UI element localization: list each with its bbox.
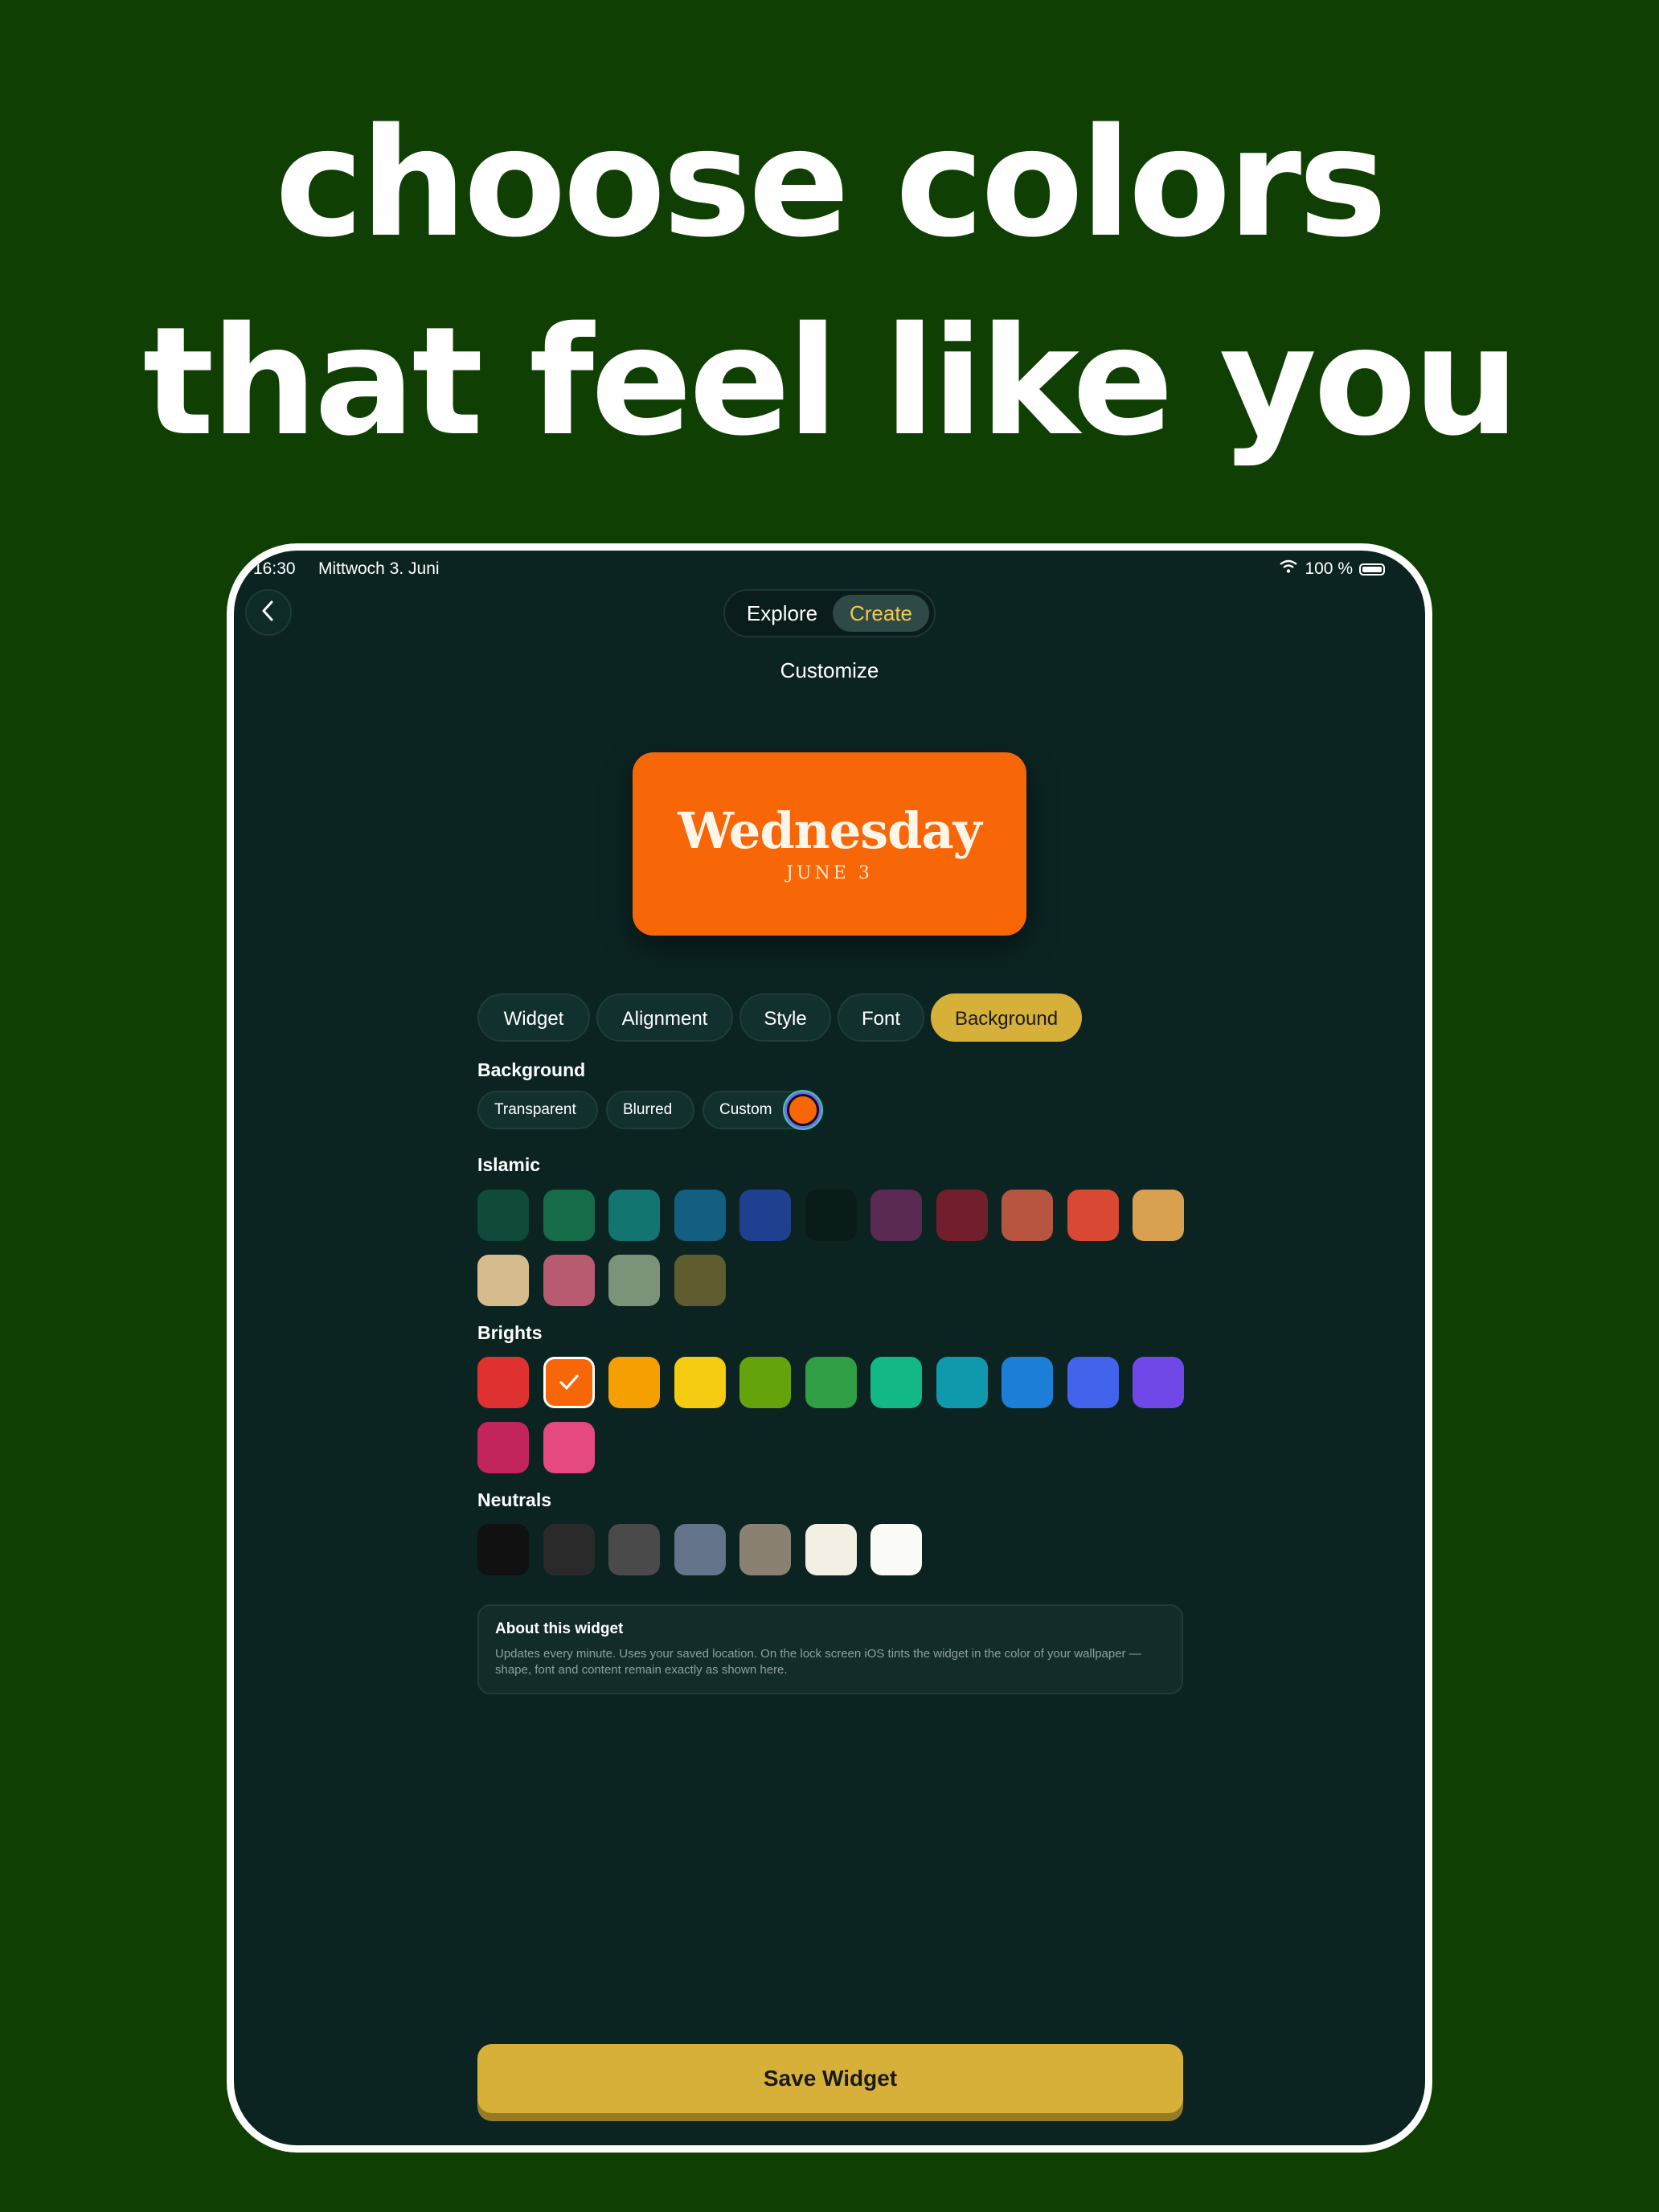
brights-color-swatch[interactable]: [608, 1357, 660, 1408]
chevron-left-icon: [260, 600, 277, 625]
brights-color-swatch[interactable]: [1133, 1357, 1184, 1408]
brights-color-swatch[interactable]: [805, 1357, 857, 1408]
islamic-palette-label: Islamic: [477, 1154, 540, 1175]
neutrals-color-swatch[interactable]: [608, 1524, 660, 1575]
islamic-color-swatch[interactable]: [870, 1190, 922, 1241]
brights-palette-label: Brights: [477, 1322, 543, 1343]
background-section-label: Background: [477, 1059, 586, 1080]
islamic-color-swatch[interactable]: [936, 1190, 988, 1241]
preview-day: Wednesday: [678, 801, 981, 860]
neutrals-color-swatch[interactable]: [805, 1524, 857, 1575]
headline-line-1: choose colors: [275, 96, 1387, 270]
tab-create[interactable]: Create: [833, 595, 929, 632]
save-widget-button[interactable]: Save Widget: [477, 2044, 1183, 2113]
brights-color-swatch[interactable]: [543, 1357, 595, 1408]
battery-icon: [1359, 563, 1385, 576]
background-blurred-option[interactable]: Blurred: [606, 1091, 694, 1129]
neutrals-color-swatch[interactable]: [674, 1524, 726, 1575]
islamic-color-swatch[interactable]: [1133, 1190, 1184, 1241]
islamic-color-swatch[interactable]: [1002, 1190, 1053, 1241]
islamic-color-swatch[interactable]: [477, 1255, 529, 1306]
brights-color-swatch[interactable]: [477, 1357, 529, 1408]
islamic-color-swatch[interactable]: [1067, 1190, 1119, 1241]
neutrals-color-swatch[interactable]: [477, 1524, 529, 1575]
about-card: About this widget Updates every minute. …: [477, 1604, 1183, 1694]
custom-option-label: Custom: [719, 1101, 772, 1118]
brights-color-swatch[interactable]: [1067, 1357, 1119, 1408]
islamic-color-swatch[interactable]: [674, 1190, 726, 1241]
neutrals-color-swatch[interactable]: [870, 1524, 922, 1575]
tab-background[interactable]: Background: [931, 993, 1082, 1042]
brights-color-swatch[interactable]: [870, 1357, 922, 1408]
neutrals-color-swatch[interactable]: [543, 1524, 595, 1575]
wifi-icon: [1279, 559, 1298, 579]
headline-line-2: that feel like you: [142, 294, 1520, 469]
screen-title: Customize: [780, 658, 879, 682]
tab-explore[interactable]: Explore: [733, 595, 831, 632]
neutrals-color-swatch[interactable]: [739, 1524, 791, 1575]
tab-style[interactable]: Style: [739, 993, 831, 1042]
status-time: 16:30: [253, 559, 296, 578]
battery-percent: 100 %: [1305, 559, 1353, 578]
islamic-color-swatch[interactable]: [608, 1190, 660, 1241]
brights-color-swatch[interactable]: [477, 1422, 529, 1473]
about-body: Updates every minute. Uses your saved lo…: [495, 1647, 1141, 1677]
brights-color-swatch[interactable]: [674, 1357, 726, 1408]
islamic-color-swatch[interactable]: [543, 1255, 595, 1306]
about-title: About this widget: [495, 1620, 624, 1637]
widget-preview: Wednesday JUNE 3: [633, 752, 1026, 936]
brights-color-swatch[interactable]: [739, 1357, 791, 1408]
tab-font[interactable]: Font: [838, 993, 924, 1042]
brights-color-swatch[interactable]: [1002, 1357, 1053, 1408]
custom-color-picker[interactable]: [787, 1094, 819, 1126]
tab-widget[interactable]: Widget: [477, 993, 590, 1042]
brights-color-swatch[interactable]: [936, 1357, 988, 1408]
background-custom-option[interactable]: Custom: [703, 1091, 823, 1129]
islamic-color-swatch[interactable]: [477, 1190, 529, 1241]
preview-date: JUNE 3: [786, 863, 873, 883]
background-transparent-option[interactable]: Transparent: [477, 1091, 598, 1129]
status-bar: 16:30 Mittwoch 3. Juni 100 %: [234, 559, 1425, 584]
islamic-color-swatch[interactable]: [674, 1255, 726, 1306]
brights-color-swatch[interactable]: [543, 1422, 595, 1473]
device-frame: 16:30 Mittwoch 3. Juni 100 % Explore Cre…: [227, 543, 1432, 2153]
back-button[interactable]: [245, 589, 292, 636]
status-right: 100 %: [1279, 559, 1385, 579]
islamic-color-swatch[interactable]: [739, 1190, 791, 1241]
islamic-color-swatch[interactable]: [608, 1255, 660, 1306]
mode-switcher: Explore Create: [723, 589, 936, 637]
islamic-color-swatch[interactable]: [543, 1190, 595, 1241]
tab-alignment[interactable]: Alignment: [596, 993, 733, 1042]
islamic-color-swatch[interactable]: [805, 1190, 857, 1241]
status-date: Mittwoch 3. Juni: [318, 559, 440, 578]
checkmark-icon: [546, 1359, 592, 1406]
neutrals-palette-label: Neutrals: [477, 1489, 552, 1510]
